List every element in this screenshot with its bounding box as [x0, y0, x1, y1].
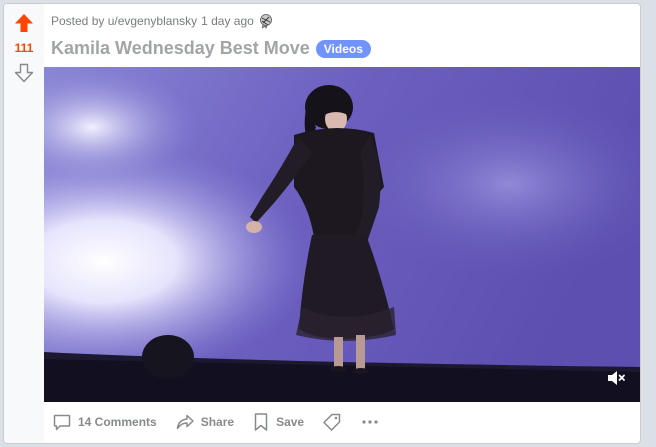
comment-bubble-icon: [53, 414, 71, 431]
bookmark-icon: [254, 413, 268, 431]
arrow-down-icon: [14, 63, 34, 83]
post-content: Posted by u/evgenyblansky 1 day ago Kami…: [44, 4, 640, 443]
vote-column: 111: [4, 4, 44, 443]
vote-score: 111: [14, 41, 34, 55]
share-label: Share: [200, 415, 235, 429]
tag-icon: [323, 413, 341, 431]
volume-muted-icon: [608, 371, 625, 385]
post-card[interactable]: 111 Posted by u/evgenyblansky 1 day ago …: [3, 3, 641, 444]
posted-by[interactable]: Posted by u/evgenyblansky: [51, 14, 197, 28]
share-arrow-icon: [176, 414, 194, 430]
post-flair[interactable]: Videos: [315, 39, 371, 58]
title-row: Kamila Wednesday Best Move Videos: [51, 38, 371, 59]
post-meta: Posted by u/evgenyblansky 1 day ago: [51, 13, 274, 29]
post-time[interactable]: 1 day ago: [201, 14, 254, 28]
save-button[interactable]: Save: [252, 412, 304, 432]
video-player[interactable]: [44, 67, 640, 402]
mute-button[interactable]: [605, 368, 627, 388]
more-dots-icon: [362, 420, 378, 424]
post-title[interactable]: Kamila Wednesday Best Move: [51, 38, 310, 59]
save-label: Save: [276, 415, 305, 429]
comments-button[interactable]: 14 Comments: [52, 412, 157, 432]
share-button[interactable]: Share: [175, 412, 234, 432]
more-options-button[interactable]: [360, 412, 380, 432]
comments-label: 14 Comments: [78, 415, 157, 429]
downvote-button[interactable]: [13, 62, 35, 84]
award-icon[interactable]: [258, 13, 274, 29]
arrow-up-icon: [15, 14, 33, 32]
tag-button[interactable]: [322, 412, 342, 432]
upvote-button[interactable]: [13, 12, 35, 34]
video-frame: [44, 67, 640, 402]
post-actions: 14 Comments Share Save: [52, 412, 380, 432]
